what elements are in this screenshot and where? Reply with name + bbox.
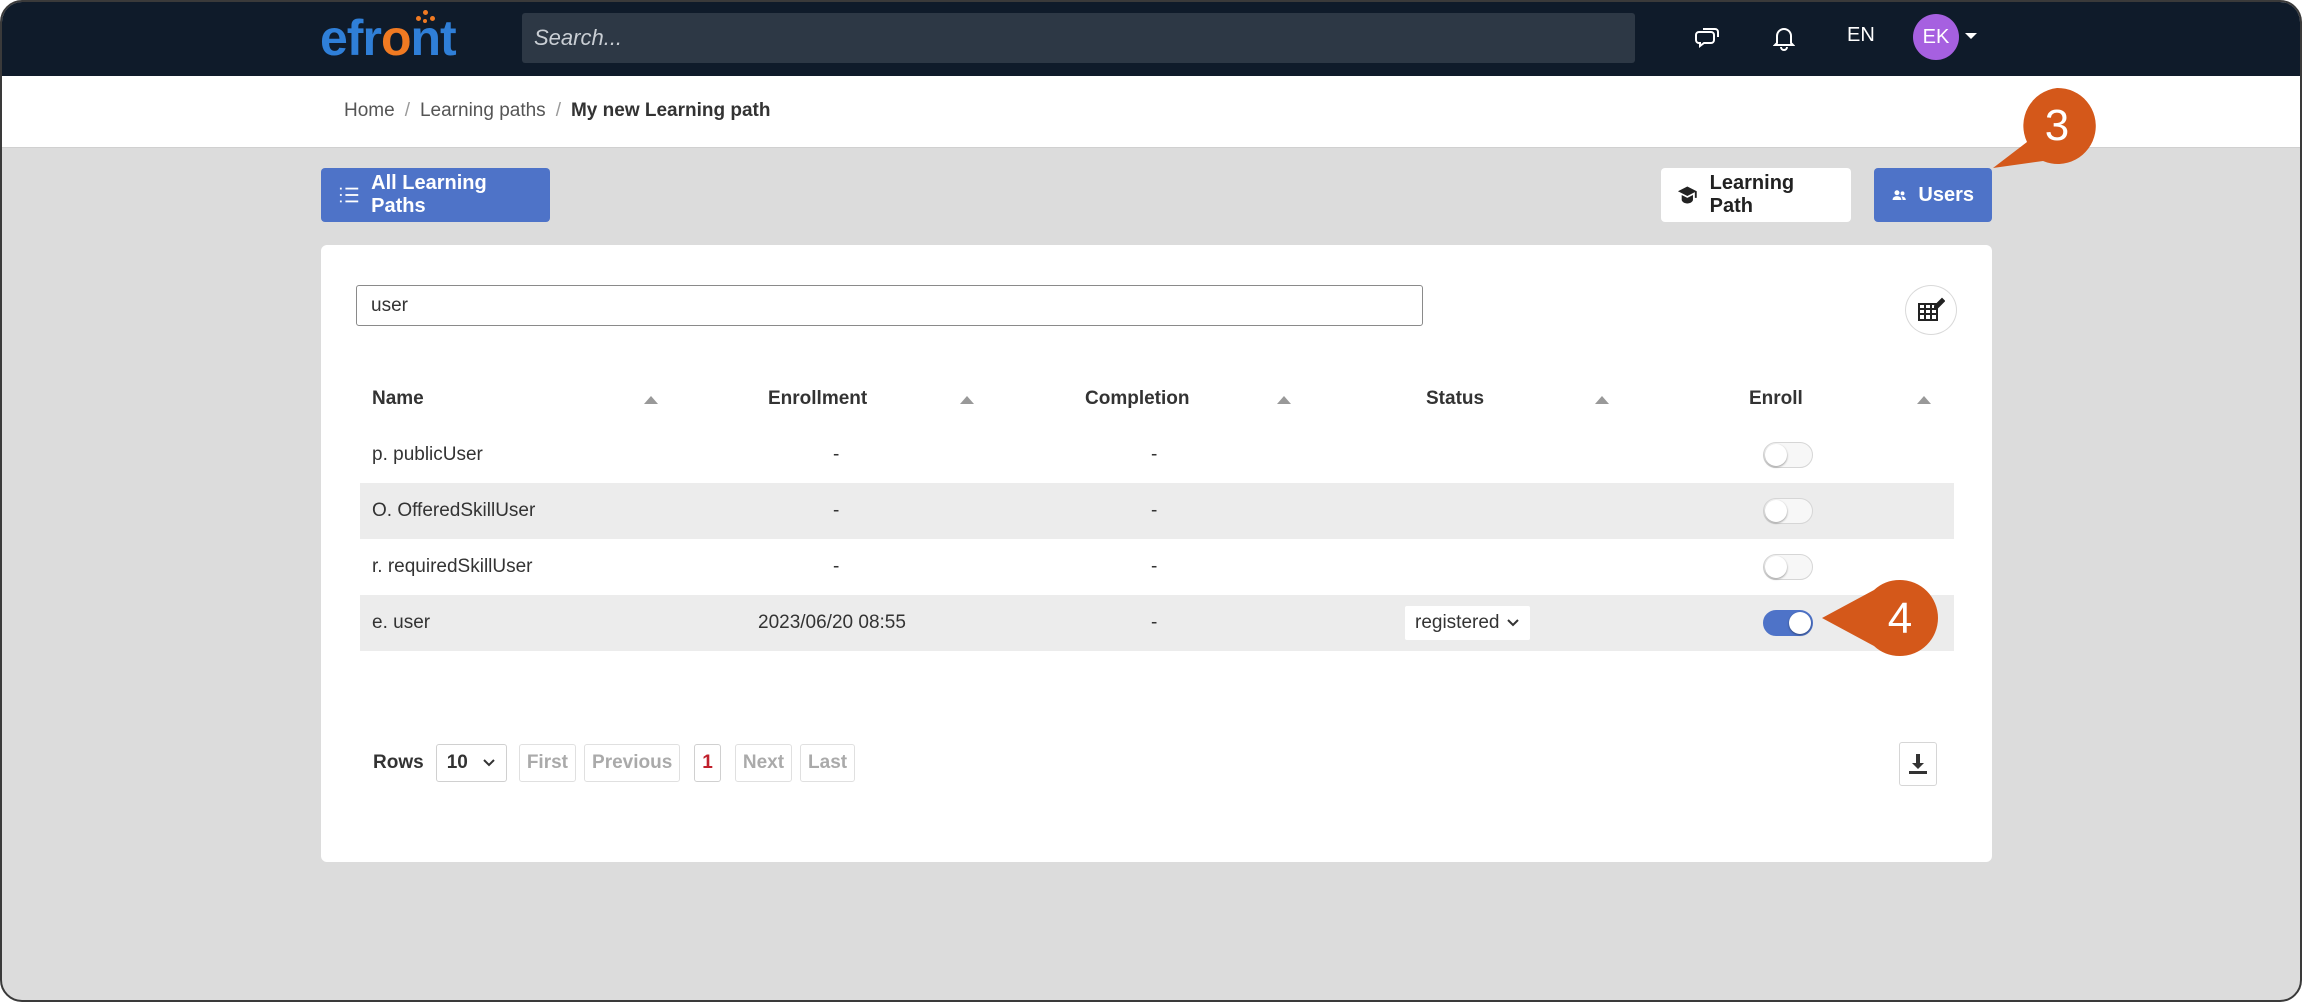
completion-date: -	[1151, 612, 1158, 633]
first-page-button[interactable]: First	[518, 744, 577, 782]
column-header-enroll[interactable]: Enroll	[1749, 371, 1803, 427]
bell-icon[interactable]	[1766, 20, 1802, 56]
download-icon	[1909, 754, 1927, 774]
sort-icon[interactable]	[1277, 396, 1291, 404]
completion-date: -	[1151, 556, 1158, 577]
logo-dots-icon	[413, 8, 437, 24]
step-3-callout: 3	[1993, 87, 2096, 168]
completion-date: -	[1151, 500, 1158, 521]
next-page-button[interactable]: Next	[734, 744, 793, 782]
chevron-down-icon	[483, 759, 495, 767]
learning-path-button[interactable]: Learning Path	[1661, 168, 1851, 222]
column-header-status[interactable]: Status	[1426, 371, 1484, 427]
enrollment-date: -	[833, 556, 840, 577]
user-avatar[interactable]: EK	[1913, 14, 1959, 60]
enroll-toggle[interactable]	[1763, 498, 1813, 524]
column-header-enrollment[interactable]: Enrollment	[768, 371, 867, 427]
enroll-toggle[interactable]	[1763, 442, 1813, 468]
enrollment-date: 2023/06/20 08:55	[758, 612, 906, 633]
completion-date: -	[1151, 444, 1158, 465]
all-learning-paths-button[interactable]: All Learning Paths	[321, 168, 550, 222]
rows-label: Rows	[373, 752, 424, 773]
users-button[interactable]: Users	[1874, 168, 1992, 222]
previous-page-button[interactable]: Previous	[584, 744, 681, 782]
graduation-cap-icon	[1677, 186, 1697, 204]
table-row: O. OfferedSkillUser - -	[360, 483, 1954, 539]
breadcrumb-separator: /	[555, 100, 561, 121]
sort-icon[interactable]	[644, 396, 658, 404]
column-header-name[interactable]: Name	[372, 371, 424, 427]
chevron-down-icon	[1506, 619, 1519, 627]
users-card: user Name Enrollment Completion Status E…	[321, 245, 1992, 862]
sort-icon[interactable]	[960, 396, 974, 404]
global-search-input[interactable]: Search...	[522, 13, 1635, 63]
breadcrumb: Home / Learning paths / My new Learning …	[344, 100, 771, 122]
list-icon	[339, 187, 359, 203]
status-value: registered	[1415, 612, 1500, 633]
rows-per-page-value: 10	[446, 752, 468, 773]
all-learning-paths-label: All Learning Paths	[371, 172, 487, 217]
breadcrumb-bar: Home / Learning paths / My new Learning …	[2, 76, 2300, 148]
users-icon	[1892, 190, 1906, 200]
step-4-callout: 4	[1822, 579, 1938, 657]
enrollment-date: -	[833, 500, 840, 521]
user-name: O. OfferedSkillUser	[372, 500, 536, 521]
page-1-button[interactable]: 1	[694, 744, 721, 782]
sort-icon[interactable]	[1917, 396, 1931, 404]
column-settings-button[interactable]	[1905, 285, 1957, 335]
breadcrumb-home[interactable]: Home	[344, 100, 395, 122]
top-navbar: efront Search... EN EK	[2, 2, 2300, 76]
table-row: e. user 2023/06/20 08:55 - registered	[360, 595, 1954, 651]
users-table: Name Enrollment Completion Status Enroll…	[360, 371, 1954, 651]
sort-icon[interactable]	[1595, 396, 1609, 404]
download-button[interactable]	[1899, 742, 1937, 786]
table-row: p. publicUser - -	[360, 427, 1954, 483]
app-window: efront Search... EN EK Home / Learning p…	[0, 0, 2302, 1002]
pagination: Rows 10 First Previous 1 Next Last	[373, 744, 856, 782]
enroll-toggle[interactable]	[1763, 554, 1813, 580]
step-4-label: 4	[1888, 594, 1912, 643]
users-label: Users	[1918, 183, 1974, 206]
rows-per-page-select[interactable]: 10	[435, 744, 507, 782]
table-row: r. requiredSkillUser - -	[360, 539, 1954, 595]
breadcrumb-learning-paths[interactable]: Learning paths	[420, 100, 546, 122]
enroll-toggle[interactable]	[1763, 610, 1813, 636]
status-select[interactable]: registered	[1405, 606, 1530, 640]
user-name: p. publicUser	[372, 444, 483, 465]
chat-icon[interactable]	[1690, 20, 1726, 56]
user-name: r. requiredSkillUser	[372, 556, 533, 577]
breadcrumb-current: My new Learning path	[570, 100, 771, 121]
column-header-completion[interactable]: Completion	[1085, 371, 1190, 427]
learning-path-label: Learning Path	[1709, 172, 1795, 217]
table-edit-icon	[1918, 297, 1945, 321]
users-filter-input[interactable]: user	[356, 285, 1423, 326]
step-3-label: 3	[2045, 101, 2069, 150]
language-selector[interactable]: EN	[1847, 24, 1875, 47]
user-name: e. user	[372, 612, 431, 633]
table-header: Name Enrollment Completion Status Enroll	[360, 371, 1954, 427]
enrollment-date: -	[833, 444, 840, 465]
breadcrumb-separator: /	[404, 100, 410, 121]
last-page-button[interactable]: Last	[800, 744, 856, 782]
efront-logo[interactable]: efront	[320, 8, 457, 66]
chevron-down-icon[interactable]	[1965, 33, 1977, 39]
